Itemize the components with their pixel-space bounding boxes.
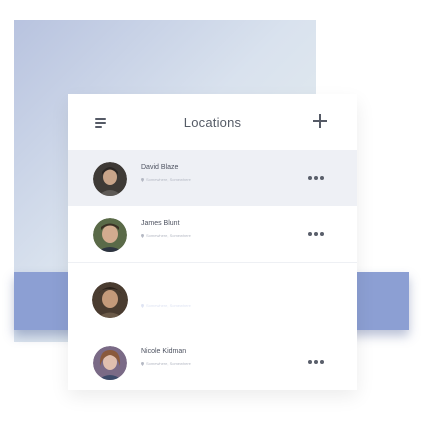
contact-location-text: Somewhere, Somewhere [146, 233, 191, 238]
contact-location: Somewhere, Somewhere [141, 361, 191, 366]
more-options-icon[interactable] [308, 176, 328, 180]
map-pin-icon [141, 177, 144, 182]
contact-location: Somewhere, Somewhere [141, 233, 191, 238]
contact-name: Mark Dane [141, 292, 177, 299]
more-options-icon[interactable] [308, 232, 328, 236]
map-pin-icon [141, 233, 144, 238]
list-item-mark-dane[interactable]: Mark Dane Somewhere, Somewhere [68, 272, 409, 330]
contact-location-text: Somewhere, Somewhere [146, 303, 191, 308]
contact-location: Somewhere, Somewhere [141, 177, 191, 182]
list-item-david-blaze[interactable]: David Blaze Somewhere, Somewhere [68, 150, 357, 206]
plus-icon[interactable] [313, 114, 327, 128]
contact-location-text: Somewhere, Somewhere [146, 361, 191, 366]
contact-location: Somewhere, Somewhere [141, 303, 191, 308]
contact-name: James Blunt [141, 220, 180, 227]
contact-name: Nicole Kidman [141, 348, 187, 355]
avatar [92, 282, 128, 318]
contact-name: David Blaze [141, 164, 179, 171]
avatar [93, 162, 127, 196]
list-item-nicole-kidman[interactable]: Nicole Kidman Somewhere, Somewhere [68, 334, 357, 390]
more-options-icon[interactable] [308, 360, 328, 364]
avatar [93, 346, 127, 380]
map-pin-icon [141, 303, 144, 308]
list-item-james-blunt[interactable]: James Blunt Somewhere, Somewhere [68, 206, 357, 263]
more-options-icon[interactable] [308, 292, 328, 296]
avatar [93, 218, 127, 252]
card-header: Locations [68, 94, 357, 150]
map-pin-icon [141, 361, 144, 366]
contact-location-text: Somewhere, Somewhere [146, 177, 191, 182]
